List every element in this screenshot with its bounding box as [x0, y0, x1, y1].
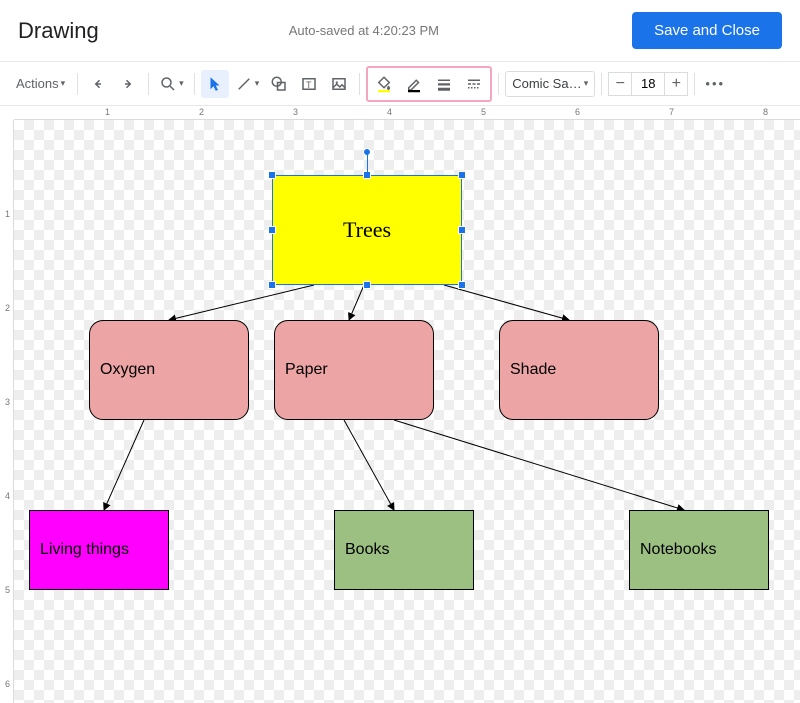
- resize-handle[interactable]: [458, 171, 466, 179]
- undo-button[interactable]: [84, 70, 112, 98]
- fill-color-icon: [375, 75, 393, 93]
- zoom-button[interactable]: ▾: [155, 70, 188, 98]
- resize-handle[interactable]: [268, 226, 276, 234]
- border-weight-button[interactable]: [430, 70, 458, 98]
- line-icon: [235, 75, 253, 93]
- actions-menu-button[interactable]: Actions▾: [10, 70, 71, 98]
- border-color-button[interactable]: [400, 70, 428, 98]
- textbox-icon: T: [300, 75, 318, 93]
- shape-tool-button[interactable]: [265, 70, 293, 98]
- caret-down-icon: ▾: [179, 78, 184, 89]
- image-tool-button[interactable]: [325, 70, 353, 98]
- svg-text:T: T: [306, 79, 312, 89]
- shape-oxygen[interactable]: Oxygen: [89, 320, 249, 420]
- shape-books[interactable]: Books: [334, 510, 474, 590]
- redo-icon: [119, 75, 137, 93]
- resize-handle[interactable]: [268, 171, 276, 179]
- separator: [359, 73, 360, 95]
- rotate-line: [367, 154, 368, 172]
- shape-label: Notebooks: [630, 541, 768, 559]
- border-dash-icon: [465, 75, 483, 93]
- save-and-close-button[interactable]: Save and Close: [632, 12, 782, 49]
- separator: [148, 73, 149, 95]
- style-tools-highlighted-group: [366, 66, 492, 102]
- select-tool-button[interactable]: [201, 70, 229, 98]
- shape-notebooks[interactable]: Notebooks: [629, 510, 769, 590]
- decrease-font-size-button[interactable]: −: [608, 72, 632, 96]
- shape-icon: [270, 75, 288, 93]
- resize-handle[interactable]: [363, 281, 371, 289]
- cursor-icon: [206, 75, 224, 93]
- horizontal-ruler: 1 2 3 4 5 6 7 8: [14, 106, 800, 120]
- border-weight-icon: [435, 75, 453, 93]
- more-options-button[interactable]: •••: [701, 70, 729, 98]
- autosave-status: Auto-saved at 4:20:23 PM: [289, 23, 632, 38]
- caret-down-icon: ▾: [61, 78, 66, 89]
- shape-living-things[interactable]: Living things: [29, 510, 169, 590]
- shape-paper[interactable]: Paper: [274, 320, 434, 420]
- redo-button[interactable]: [114, 70, 142, 98]
- shape-label: Books: [335, 541, 473, 559]
- shape-label: Shade: [500, 361, 658, 379]
- separator: [77, 73, 78, 95]
- font-family-select[interactable]: Comic San… ▾: [505, 71, 595, 97]
- separator: [694, 73, 695, 95]
- increase-font-size-button[interactable]: +: [664, 72, 688, 96]
- separator: [194, 73, 195, 95]
- shape-label: Living things: [30, 541, 168, 559]
- image-icon: [330, 75, 348, 93]
- shape-label: Oxygen: [90, 361, 248, 379]
- resize-handle[interactable]: [268, 281, 276, 289]
- font-size-value[interactable]: 18: [631, 72, 665, 96]
- caret-down-icon: ▾: [584, 78, 589, 89]
- zoom-icon: [159, 75, 177, 93]
- resize-handle[interactable]: [458, 226, 466, 234]
- dialog-header: Drawing Auto-saved at 4:20:23 PM Save an…: [0, 0, 800, 62]
- undo-icon: [89, 75, 107, 93]
- separator: [601, 73, 602, 95]
- textbox-tool-button[interactable]: T: [295, 70, 323, 98]
- fill-color-button[interactable]: [370, 70, 398, 98]
- dialog-title: Drawing: [18, 18, 99, 44]
- more-horizontal-icon: •••: [705, 76, 725, 91]
- vertical-ruler: 1 2 3 4 5 6: [0, 120, 14, 703]
- shape-shade[interactable]: Shade: [499, 320, 659, 420]
- border-dash-button[interactable]: [460, 70, 488, 98]
- font-size-stepper: − 18 +: [608, 71, 688, 97]
- drawing-canvas[interactable]: Trees Oxygen Paper Shade Living thing: [14, 120, 800, 703]
- resize-handle[interactable]: [363, 171, 371, 179]
- separator: [498, 73, 499, 95]
- shape-label: Trees: [273, 217, 461, 243]
- caret-down-icon: ▾: [255, 78, 260, 89]
- shape-trees[interactable]: Trees: [272, 175, 462, 285]
- shape-label: Paper: [275, 361, 433, 379]
- resize-handle[interactable]: [458, 281, 466, 289]
- canvas-area: 1 2 3 4 5 6 7 8 1 2 3 4 5 6: [0, 106, 800, 703]
- border-color-icon: [405, 75, 423, 93]
- line-tool-button[interactable]: ▾: [231, 70, 264, 98]
- toolbar: Actions▾ ▾ ▾ T: [0, 62, 800, 106]
